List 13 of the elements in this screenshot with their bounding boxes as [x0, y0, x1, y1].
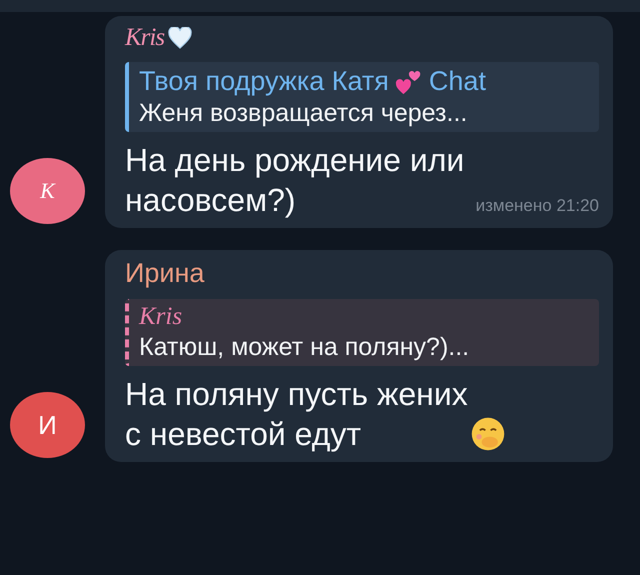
sender-name[interactable]: Kris: [125, 24, 164, 52]
reply-text: Катюш, может на поляну?)...: [139, 333, 470, 362]
reply-author: Твоя подружка Катя: [139, 66, 389, 97]
reply-author: Kris: [139, 303, 182, 331]
reply-author-suffix: Chat: [428, 66, 486, 97]
reply-quote[interactable]: Твоя подружка Катя Chat Женя возвращается через...: [125, 62, 599, 132]
sender-name[interactable]: Ирина: [125, 258, 204, 289]
avatar[interactable]: И: [10, 392, 85, 458]
reply-quote[interactable]: Kris Катюш, может на поляну?)...: [125, 299, 599, 366]
reply-text: Женя возвращается через...: [139, 99, 468, 128]
message-text: На день рождение или насовсем?): [125, 141, 464, 220]
message-text: На поляну пусть жених с невестой едут: [125, 375, 468, 454]
message-time: изменено 21:20: [476, 196, 599, 216]
